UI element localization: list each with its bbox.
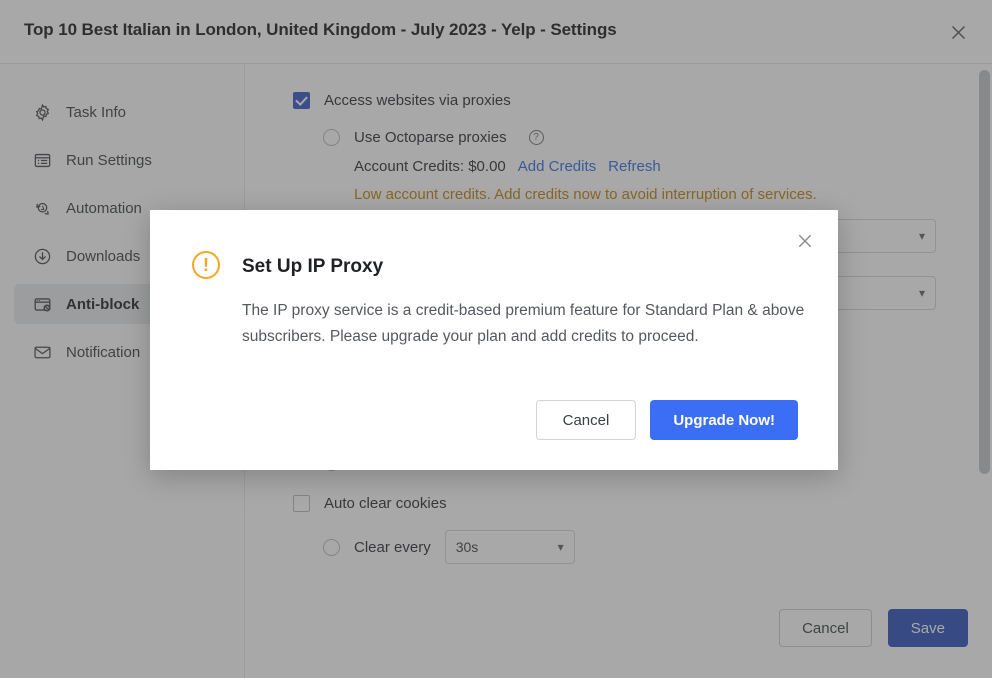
modal-actions: Cancel Upgrade Now!	[535, 400, 798, 440]
modal-title: Set Up IP Proxy	[242, 256, 384, 277]
modal-cancel-button[interactable]: Cancel	[535, 400, 637, 440]
close-icon[interactable]	[794, 230, 816, 252]
modal-message: The IP proxy service is a credit-based p…	[242, 302, 805, 345]
upgrade-now-button[interactable]: Upgrade Now!	[650, 400, 798, 440]
warning-icon: !	[192, 251, 220, 279]
set-up-ip-proxy-dialog: ! Set Up IP Proxy The IP proxy service i…	[150, 210, 838, 470]
